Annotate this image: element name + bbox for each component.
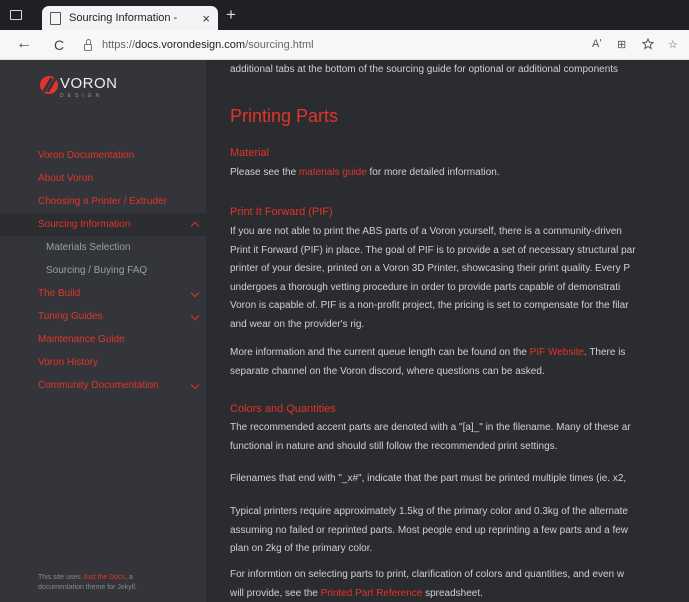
chevron-down-icon[interactable] xyxy=(190,380,200,390)
heading-pif: Print It Forward (PIF) xyxy=(230,206,333,218)
pif-paragraph: If you are not able to print the ABS par… xyxy=(230,226,636,330)
read-aloud-icon[interactable]: Aʹ xyxy=(592,38,601,50)
sidebar-item-choosing-printer[interactable]: Choosing a Printer / Extruder xyxy=(0,190,206,213)
sidebar-item-voron-documentation[interactable]: Voron Documentation xyxy=(0,144,206,167)
sidebar-item-the-build[interactable]: The Build xyxy=(0,282,206,305)
material-paragraph: Please see the materials guide for more … xyxy=(230,167,500,178)
main-content: additional tabs at the bottom of the sou… xyxy=(206,60,689,602)
voron-logo-icon xyxy=(40,76,58,94)
sidebar-item-sourcing-faq[interactable]: Sourcing / Buying FAQ xyxy=(0,259,206,282)
add-favorite-icon[interactable]: ☆ xyxy=(668,38,678,51)
window-menu-icon[interactable] xyxy=(10,10,22,20)
sidebar-item-about-voron[interactable]: About Voron xyxy=(0,167,206,190)
intro-line: additional tabs at the bottom of the sou… xyxy=(230,64,619,75)
sidebar-item-voron-history[interactable]: Voron History xyxy=(0,351,206,374)
favorites-icon[interactable] xyxy=(641,37,655,53)
materials-guide-link[interactable]: materials guide xyxy=(299,167,367,178)
sidebar-item-materials-selection[interactable]: Materials Selection xyxy=(0,236,206,259)
address-toolbar: ← C https://docs.vorondesign.com/sourcin… xyxy=(0,30,689,60)
pif-more-paragraph: More information and the current queue l… xyxy=(230,347,626,377)
close-tab-icon[interactable]: × xyxy=(202,11,210,26)
sidebar-item-sourcing-information[interactable]: Sourcing Information xyxy=(0,213,206,236)
voron-logo[interactable]: VORON DESIGN xyxy=(40,76,118,99)
page-favicon-icon xyxy=(50,11,61,25)
sidebar-footer: This site uses Just the Docs, a document… xyxy=(38,574,137,591)
url-prefix: https:// xyxy=(102,39,136,51)
pif-website-link[interactable]: PIF Website xyxy=(530,347,584,358)
tab-title: Sourcing Information - xyxy=(69,12,178,24)
sidebar-item-community-documentation[interactable]: Community Documentation xyxy=(0,374,206,397)
sidebar: VORON DESIGN Voron Documentation About V… xyxy=(0,60,206,602)
url-path: /sourcing.html xyxy=(245,39,314,51)
reload-button[interactable]: C xyxy=(54,36,64,54)
browser-tab-strip: Sourcing Information - × + xyxy=(0,0,689,30)
back-button[interactable]: ← xyxy=(16,35,32,53)
url-host: docs.vorondesign.com xyxy=(135,39,246,51)
chevron-down-icon[interactable] xyxy=(190,288,200,298)
printed-part-reference-link[interactable]: Printed Part Reference xyxy=(321,588,423,599)
sidebar-nav: Voron Documentation About Voron Choosing… xyxy=(0,144,206,397)
colors-paragraph-2: Filenames that end with "_x#", indicate … xyxy=(230,473,627,484)
colors-paragraph-3: Typical printers require approximately 1… xyxy=(230,506,629,554)
heading-material: Material xyxy=(230,147,270,159)
logo-subtitle: DESIGN xyxy=(60,93,104,99)
just-the-docs-link[interactable]: Just the Docs xyxy=(83,574,125,581)
lock-icon xyxy=(84,38,92,51)
address-bar[interactable]: https://docs.vorondesign.com/sourcing.ht… xyxy=(84,34,564,56)
browser-tab[interactable]: Sourcing Information - × xyxy=(42,6,218,30)
chevron-up-icon[interactable] xyxy=(190,221,200,231)
new-tab-button[interactable]: + xyxy=(226,6,236,24)
extensions-icon[interactable]: ⊞ xyxy=(617,38,626,51)
sidebar-item-tuning-guides[interactable]: Tuning Guides xyxy=(0,305,206,328)
colors-paragraph-1: The recommended accent parts are denoted… xyxy=(230,422,631,452)
logo-wordmark: VORON xyxy=(60,75,118,92)
heading-colors-quantities: Colors and Quantities xyxy=(230,403,336,415)
page-title: Printing Parts xyxy=(230,106,339,126)
sidebar-item-maintenance-guide[interactable]: Maintenance Guide xyxy=(0,328,206,351)
colors-paragraph-4: For informtion on selecting parts to pri… xyxy=(230,569,625,599)
chevron-down-icon[interactable] xyxy=(190,311,200,321)
